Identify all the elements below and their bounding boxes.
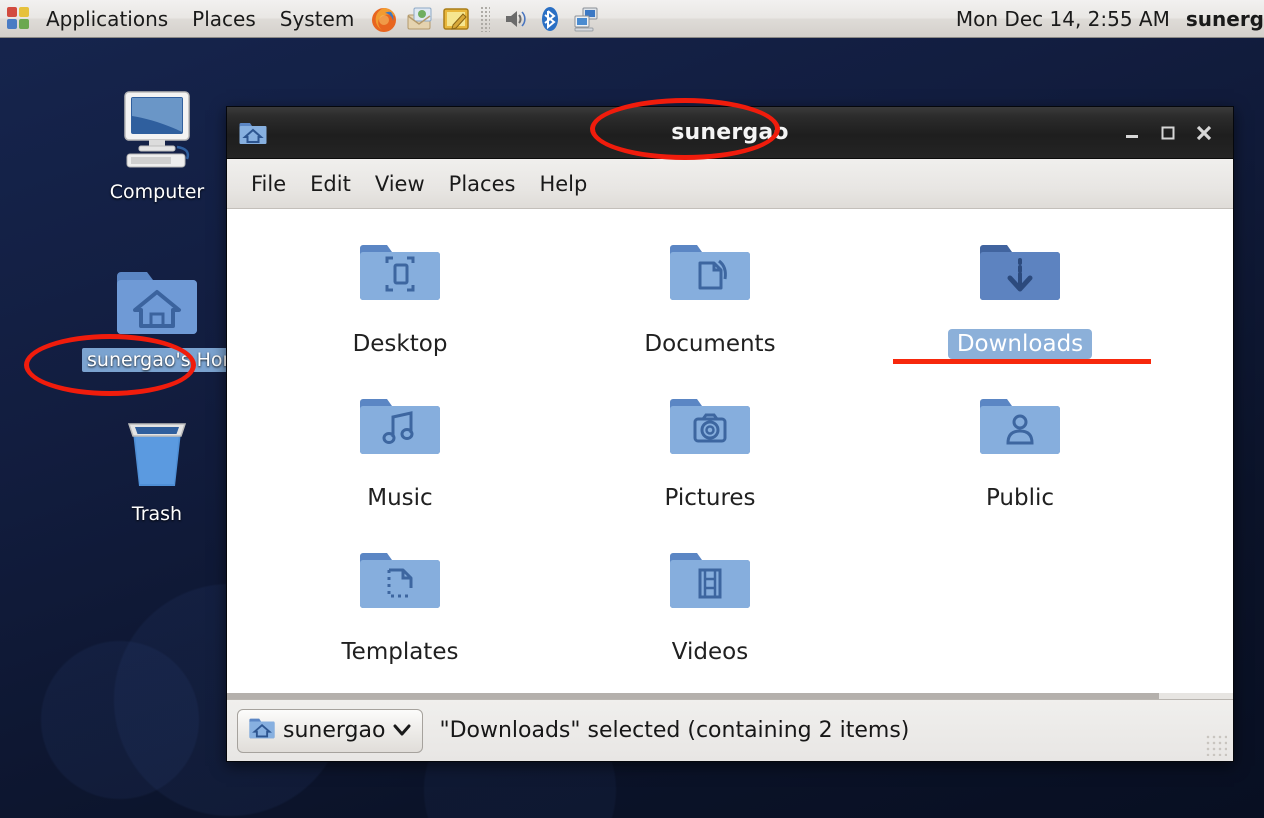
desktop-icon-trash[interactable]: Trash bbox=[82, 402, 232, 526]
menu-view[interactable]: View bbox=[363, 168, 437, 200]
panel-clock[interactable]: Mon Dec 14, 2:55 AM bbox=[956, 7, 1172, 31]
folder-documents-icon bbox=[667, 225, 753, 321]
trash-icon bbox=[82, 402, 232, 498]
desktop-icon-label: Trash bbox=[131, 503, 183, 525]
home-folder-icon bbox=[238, 118, 268, 148]
close-button[interactable] bbox=[1187, 116, 1221, 150]
file-item-label: Desktop bbox=[352, 331, 448, 357]
file-item-label: Downloads bbox=[947, 329, 1093, 359]
panel-menu-places[interactable]: Places bbox=[182, 5, 266, 33]
window-menubar: File Edit View Places Help bbox=[227, 159, 1233, 209]
home-folder-icon bbox=[248, 714, 276, 748]
bluetooth-icon[interactable] bbox=[535, 4, 565, 34]
folder-videos-icon bbox=[667, 533, 753, 629]
panel-menu-applications[interactable]: Applications bbox=[36, 5, 178, 33]
file-item-music[interactable]: Music bbox=[245, 379, 555, 533]
menu-help[interactable]: Help bbox=[527, 168, 599, 200]
firefox-icon[interactable] bbox=[369, 4, 399, 34]
minimize-button[interactable] bbox=[1115, 116, 1149, 150]
computer-icon bbox=[82, 80, 232, 176]
window-statusbar: sunergao "Downloads" selected (containin… bbox=[227, 699, 1233, 761]
desktop-icon-home[interactable]: sunergao's Home bbox=[82, 248, 258, 372]
folder-public-icon bbox=[977, 379, 1063, 475]
desktop-icon-label: Computer bbox=[109, 181, 205, 203]
mail-icon[interactable] bbox=[405, 4, 435, 34]
menu-file[interactable]: File bbox=[239, 168, 298, 200]
resize-grip[interactable] bbox=[1205, 734, 1227, 756]
file-item-desktop[interactable]: Desktop bbox=[245, 225, 555, 379]
network-icon[interactable] bbox=[571, 4, 601, 34]
file-manager-window: sunergao File Edit View Places Help Desk… bbox=[226, 106, 1234, 762]
menu-edit[interactable]: Edit bbox=[298, 168, 363, 200]
folder-desktop-icon bbox=[357, 225, 443, 321]
menu-places[interactable]: Places bbox=[437, 168, 528, 200]
file-list-view[interactable]: Desktop Documents Downloads Music Pictur… bbox=[227, 209, 1233, 699]
panel-menu-system[interactable]: System bbox=[270, 5, 365, 33]
volume-icon[interactable] bbox=[499, 4, 529, 34]
home-folder-icon bbox=[82, 248, 232, 344]
window-title: sunergao bbox=[671, 120, 789, 145]
folder-templates-icon bbox=[357, 533, 443, 629]
status-text: "Downloads" selected (containing 2 items… bbox=[439, 718, 910, 743]
file-item-templates[interactable]: Templates bbox=[245, 533, 555, 687]
folder-music-icon bbox=[357, 379, 443, 475]
file-item-label: Pictures bbox=[664, 485, 756, 511]
path-button-label: sunergao bbox=[283, 718, 386, 743]
maximize-button[interactable] bbox=[1151, 116, 1185, 150]
file-item-label: Music bbox=[367, 485, 433, 511]
applications-menu-icon[interactable] bbox=[6, 6, 32, 32]
file-item-label: Documents bbox=[644, 331, 776, 357]
icon-grid: Desktop Documents Downloads Music Pictur… bbox=[227, 209, 1233, 687]
folder-downloads-icon bbox=[977, 225, 1063, 321]
panel-separator bbox=[480, 5, 491, 32]
window-titlebar[interactable]: sunergao bbox=[227, 107, 1233, 159]
text-editor-icon[interactable] bbox=[441, 4, 471, 34]
file-item-videos[interactable]: Videos bbox=[555, 533, 865, 687]
desktop-icon-computer[interactable]: Computer bbox=[82, 80, 232, 204]
folder-pictures-icon bbox=[667, 379, 753, 475]
panel-username[interactable]: sunerg bbox=[1172, 7, 1264, 31]
chevron-down-icon bbox=[392, 718, 412, 743]
file-item-label: Templates bbox=[341, 639, 459, 665]
file-item-documents[interactable]: Documents bbox=[555, 225, 865, 379]
file-item-label: Public bbox=[985, 485, 1055, 511]
top-panel: Applications Places System Mon Dec 14, 2… bbox=[0, 0, 1264, 38]
file-item-downloads[interactable]: Downloads bbox=[865, 225, 1175, 379]
path-dropdown-button[interactable]: sunergao bbox=[237, 708, 424, 753]
file-item-label: Videos bbox=[671, 639, 749, 665]
file-item-pictures[interactable]: Pictures bbox=[555, 379, 865, 533]
file-item-public[interactable]: Public bbox=[865, 379, 1175, 533]
